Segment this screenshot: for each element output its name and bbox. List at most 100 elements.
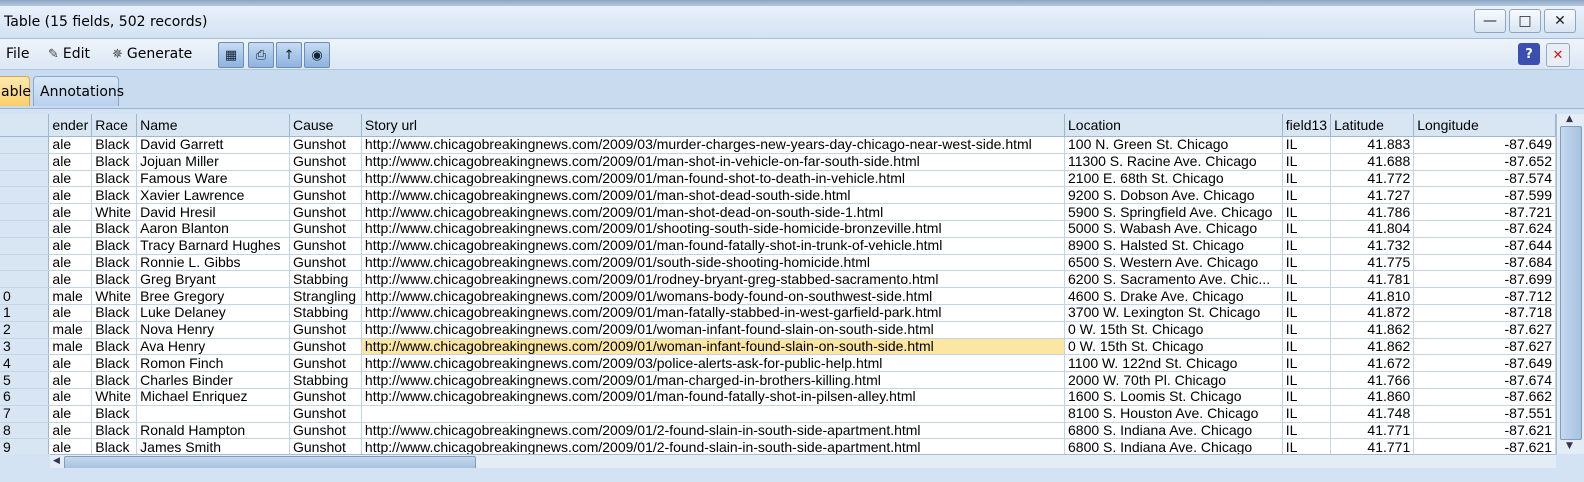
cell-lon[interactable]: -87.649 [1413,354,1556,373]
cell-name[interactable]: Jojuan Miller [136,153,290,171]
cell-cause[interactable]: Stabbing [289,371,362,389]
cell-state[interactable]: IL [1282,405,1332,423]
cell-gender[interactable]: ale [48,422,93,440]
cell-location[interactable]: 11300 S. Racine Ave. Chicago [1064,153,1283,171]
cell-n[interactable] [0,237,50,255]
table-row[interactable]: 7 ale Black Gunshot 8100 S. Houston Ave. Chi… [0,405,1556,423]
cell-lat[interactable]: 41.872 [1330,304,1415,322]
cell-lat[interactable]: 41.772 [1330,170,1415,188]
table-row[interactable]: ale Black Tracy Barnard Hughes Gunshot http:… [0,237,1556,255]
cell-state[interactable]: IL [1282,388,1332,406]
cell-lon[interactable]: -87.624 [1413,220,1556,238]
cell-race[interactable]: Black [91,237,138,255]
cell-name[interactable]: Charles Binder [136,371,290,389]
table-row[interactable]: 8 ale Black Ronald Hampton Gunshot http://www… [0,422,1556,440]
table-row[interactable]: 3 male Black Ava Henry Gunshot http://www.chi… [0,338,1556,356]
scroll-left-icon[interactable]: ◀ [53,457,60,466]
column-header[interactable]: Latitude [1330,114,1415,137]
cell-lat[interactable]: 41.804 [1330,220,1415,238]
cell-cause[interactable]: Gunshot [289,354,362,373]
cell-gender[interactable]: ale [48,136,93,154]
cell-lon[interactable]: -87.652 [1413,153,1556,171]
cell-location[interactable]: 100 N. Green St. Chicago [1064,136,1283,154]
cell-n[interactable]: 6 [0,388,50,406]
table-row[interactable]: ale Black Jojuan Miller Gunshot http://www.c… [0,153,1556,171]
cell-cause[interactable]: Gunshot [289,438,362,454]
cell-name[interactable]: Greg Bryant [136,270,290,289]
cell-gender[interactable]: ale [48,170,93,188]
chart-icon[interactable]: ↑ [276,42,302,68]
cell-state[interactable]: IL [1282,237,1332,255]
cell-state[interactable]: IL [1282,254,1332,272]
cell-lon[interactable]: -87.684 [1413,254,1556,272]
cell-lat[interactable]: 41.771 [1330,422,1415,440]
cell-lon[interactable]: -87.662 [1413,388,1556,406]
cell-url[interactable]: http://www.chicagobreakingnews.com/2009/… [361,254,1066,272]
cell-name[interactable]: Famous Ware [136,170,290,188]
cell-lon[interactable]: -87.627 [1413,321,1556,339]
cell-lon[interactable]: -87.621 [1413,438,1556,454]
cell-location[interactable]: 1600 S. Loomis St. Chicago [1064,388,1283,406]
cell-state[interactable]: IL [1282,220,1332,238]
cell-location[interactable]: 6200 S. Sacramento Ave. Chic... [1064,270,1283,289]
cell-gender[interactable]: ale [48,237,93,255]
table-row[interactable]: 4 ale Black Romon Finch Gunshot http://www.ch… [0,354,1556,373]
cell-n[interactable] [0,203,50,221]
cell-n[interactable] [0,153,50,171]
cell-url[interactable]: http://www.chicagobreakingnews.com/2009/… [361,371,1066,389]
cell-lon[interactable]: -87.721 [1413,203,1556,221]
cell-name[interactable]: Xavier Lawrence [136,186,290,205]
cell-state[interactable]: IL [1282,270,1332,289]
cell-race[interactable]: Black [91,321,138,339]
cell-name[interactable]: Michael Enriquez [136,388,290,406]
cell-n[interactable] [0,170,50,188]
cell-race[interactable]: White [91,287,138,305]
cell-n[interactable]: 4 [0,354,50,373]
cell-name[interactable] [136,405,290,423]
cell-lon[interactable]: -87.574 [1413,170,1556,188]
cell-n[interactable]: 9 [0,438,50,454]
cell-name[interactable]: Aaron Blanton [136,220,290,238]
cell-lon[interactable]: -87.712 [1413,287,1556,305]
cell-race[interactable]: Black [91,304,138,322]
cell-lon[interactable]: -87.627 [1413,338,1556,356]
cell-url[interactable]: http://www.chicagobreakingnews.com/2009/… [361,186,1066,205]
cell-cause[interactable]: Stabbing [289,304,362,322]
cell-n[interactable] [0,220,50,238]
cell-lon[interactable]: -87.674 [1413,371,1556,389]
cell-gender[interactable]: ale [48,153,93,171]
cell-cause[interactable]: Gunshot [289,422,362,440]
menu-file[interactable]: File [6,46,29,62]
cell-url[interactable]: http://www.chicagobreakingnews.com/2009/… [361,220,1066,238]
cell-lat[interactable]: 41.862 [1330,338,1415,356]
cell-n[interactable]: 8 [0,422,50,440]
cell-name[interactable]: Tracy Barnard Hughes [136,237,290,255]
cell-location[interactable]: 6500 S. Western Ave. Chicago [1064,254,1283,272]
row-header-corner[interactable] [0,114,50,137]
cell-gender[interactable]: ale [48,371,93,389]
cell-url[interactable]: http://www.chicagobreakingnews.com/2009/… [361,321,1066,339]
cell-name[interactable]: Bree Gregory [136,287,290,305]
cell-url[interactable]: http://www.chicagobreakingnews.com/2009/… [361,170,1066,188]
cell-name[interactable]: Ronald Hampton [136,422,290,440]
cell-cause[interactable]: Gunshot [289,388,362,406]
cell-lon[interactable]: -87.699 [1413,270,1556,289]
cell-location[interactable]: 8100 S. Houston Ave. Chicago [1064,405,1283,423]
cell-cause[interactable]: Gunshot [289,338,362,356]
cell-cause[interactable]: Gunshot [289,170,362,188]
horizontal-scrollbar[interactable]: ◀ [50,454,1556,469]
cell-url[interactable]: http://www.chicagobreakingnews.com/2009/… [361,136,1066,154]
cell-gender[interactable]: ale [48,354,93,373]
cell-n[interactable]: 0 [0,287,50,305]
cell-n[interactable]: 5 [0,371,50,389]
cell-state[interactable]: IL [1282,203,1332,221]
scroll-up-icon[interactable]: ▲ [1566,115,1573,124]
cell-lat[interactable]: 41.766 [1330,371,1415,389]
minimize-icon[interactable]: — [1474,9,1506,33]
cell-cause[interactable]: Strangling [289,287,362,305]
cell-race[interactable]: Black [91,338,138,356]
cell-location[interactable]: 5900 S. Springfield Ave. Chicago [1064,203,1283,221]
column-header[interactable]: ender [48,114,93,137]
cell-state[interactable]: IL [1282,136,1332,154]
cell-name[interactable]: James Smith [136,438,290,454]
